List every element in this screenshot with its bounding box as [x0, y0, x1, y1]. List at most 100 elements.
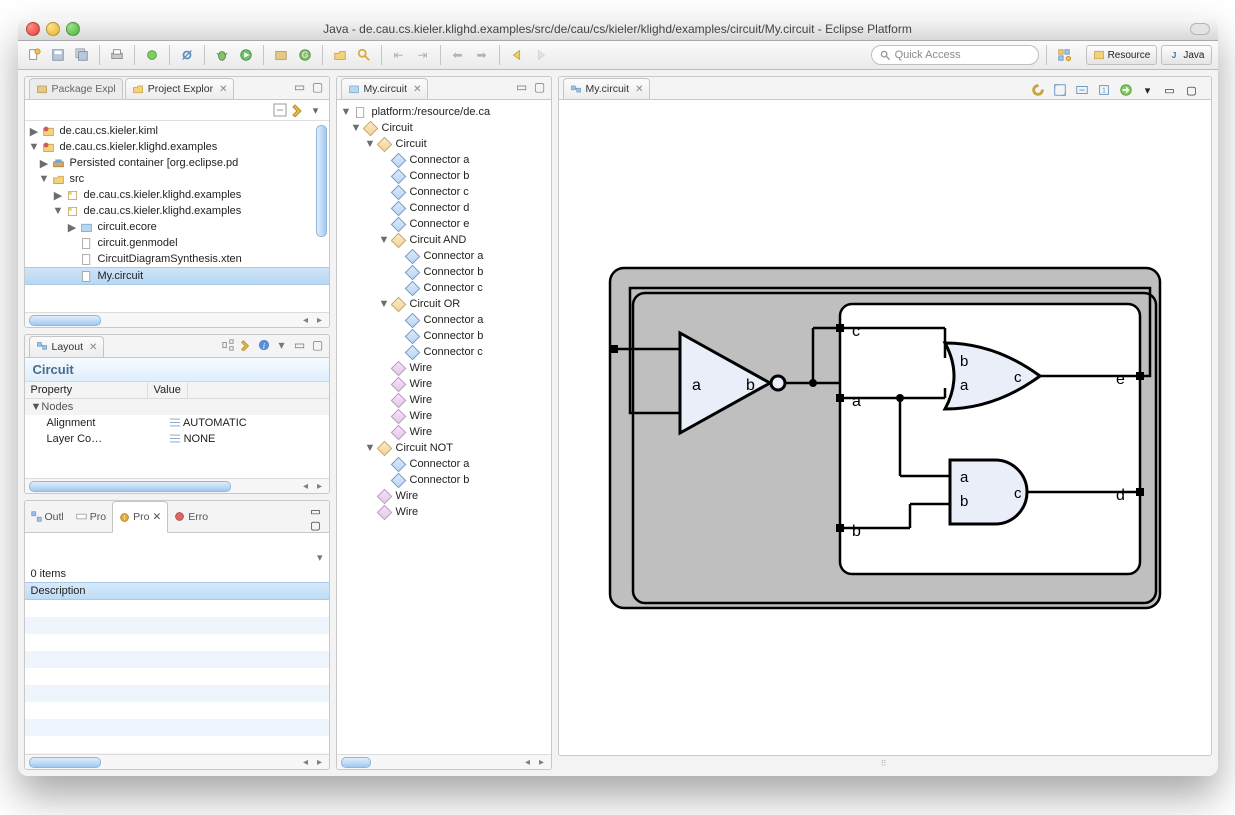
svg-text:1: 1: [1102, 88, 1106, 95]
close-icon[interactable]: ✕: [635, 84, 643, 95]
svg-text:a: a: [692, 377, 701, 394]
close-icon[interactable]: ✕: [89, 342, 97, 353]
search-icon: [880, 50, 891, 61]
items-count: 0 items: [25, 566, 329, 582]
circuit-diagram: a b c a: [600, 238, 1170, 618]
close-icon[interactable]: ✕: [152, 511, 161, 523]
forward-icon: [531, 45, 551, 65]
view-menu-icon[interactable]: ▾: [309, 103, 323, 117]
zoom-fit-icon[interactable]: [1051, 81, 1069, 99]
zoom-icon[interactable]: [66, 22, 80, 36]
svg-text:!: !: [124, 514, 126, 521]
maximize-view-icon[interactable]: ▢: [1183, 81, 1201, 99]
maximize-view-icon[interactable]: ▢: [309, 518, 323, 532]
debug-icon[interactable]: [212, 45, 232, 65]
tab-mycircuit-diagram[interactable]: My.circuit✕: [563, 78, 651, 99]
vertical-scrollbar[interactable]: [316, 125, 327, 237]
tab-layout[interactable]: Layout✕: [29, 336, 105, 357]
svg-text:a: a: [960, 377, 969, 394]
close-icon[interactable]: ✕: [219, 84, 227, 95]
refresh-layout-icon[interactable]: [1029, 81, 1047, 99]
minimize-icon[interactable]: [46, 22, 60, 36]
search-icon[interactable]: [354, 45, 374, 65]
print-icon[interactable]: [107, 45, 127, 65]
maximize-view-icon[interactable]: ▢: [311, 80, 325, 94]
main-toolbar: G ⇤ ⇥ ⬅ ➡ Quick Access Resource JJava: [18, 41, 1218, 70]
tab-project-explorer[interactable]: Project Explor✕: [125, 78, 235, 99]
proxy-icon[interactable]: [1190, 23, 1210, 35]
save-all-icon[interactable]: [72, 45, 92, 65]
open-type-icon[interactable]: [330, 45, 350, 65]
minimize-view-icon[interactable]: ▭: [515, 80, 529, 94]
group-nodes[interactable]: Nodes: [41, 401, 73, 413]
skip-breakpoints-icon[interactable]: [177, 45, 197, 65]
project-explorer-view: Package Expl Project Explor✕ ▭ ▢ ▾ ▶de.ca…: [24, 76, 330, 328]
info-icon[interactable]: i: [257, 338, 271, 352]
and-gate[interactable]: a b c: [950, 460, 1027, 524]
minimize-view-icon[interactable]: ▭: [309, 504, 323, 518]
diagram-view: My.circuit✕ 1 ▾ ▭ ▢: [558, 76, 1212, 756]
new-icon[interactable]: [24, 45, 44, 65]
minimize-view-icon[interactable]: ▭: [1161, 81, 1179, 99]
quick-access-input[interactable]: Quick Access: [871, 45, 1039, 65]
svg-text:e: e: [1116, 371, 1125, 388]
tree-item-my-circuit[interactable]: My.circuit: [25, 267, 329, 285]
project-tree[interactable]: ▶de.cau.cs.kieler.kiml ▼de.cau.cs.kieler…: [25, 121, 329, 312]
minimize-view-icon[interactable]: ▭: [293, 80, 307, 94]
svg-text:G: G: [301, 51, 307, 60]
run-icon[interactable]: [236, 45, 256, 65]
svg-text:b: b: [746, 377, 755, 394]
tab-problems[interactable]: !Pro ✕: [112, 501, 168, 533]
new-package-icon[interactable]: [271, 45, 291, 65]
svg-text:c: c: [1014, 369, 1022, 386]
perspective-java[interactable]: JJava: [1161, 45, 1211, 65]
col-property[interactable]: Property: [25, 382, 148, 398]
svg-text:b: b: [852, 523, 861, 540]
svg-text:a: a: [960, 469, 969, 486]
zoom-width-icon[interactable]: [1073, 81, 1091, 99]
view-menu-icon[interactable]: ▾: [275, 338, 289, 352]
tab-outline[interactable]: Outl: [25, 501, 70, 532]
open-perspective-icon[interactable]: [1054, 45, 1074, 65]
collapse-all-icon[interactable]: [273, 103, 287, 117]
tab-errorlog[interactable]: Erro: [168, 501, 214, 532]
col-value[interactable]: Value: [148, 382, 188, 398]
toggle-mark-icon: ⇤: [389, 45, 409, 65]
tab-mycircuit-outline[interactable]: My.circuit✕: [341, 78, 429, 99]
col-description[interactable]: Description: [25, 582, 329, 600]
layout-link-icon[interactable]: [239, 338, 253, 352]
build-icon[interactable]: [142, 45, 162, 65]
quick-access-placeholder: Quick Access: [895, 49, 961, 61]
sash-handle[interactable]: ⠿: [558, 756, 1212, 770]
view-menu-icon[interactable]: ▾: [317, 551, 323, 564]
titlebar: Java - de.cau.cs.kieler.klighd.examples/…: [18, 18, 1218, 41]
prev-annotation-icon: ⬅: [448, 45, 468, 65]
tab-package-explorer[interactable]: Package Expl: [29, 78, 123, 99]
close-icon[interactable]: ✕: [413, 84, 421, 95]
close-icon[interactable]: [26, 22, 40, 36]
svg-text:b: b: [960, 353, 968, 370]
prop-layer[interactable]: Layer Co… NONE: [25, 431, 329, 447]
diagram-canvas[interactable]: a b c a: [559, 100, 1211, 755]
new-type-icon[interactable]: G: [295, 45, 315, 65]
prop-alignment[interactable]: Alignment AUTOMATIC: [25, 415, 329, 431]
svg-text:a: a: [852, 393, 861, 410]
layout-header: Circuit: [25, 358, 329, 382]
problems-table[interactable]: [25, 600, 329, 754]
toggle-mark2-icon: ⇥: [413, 45, 433, 65]
view-menu-icon[interactable]: ▾: [1139, 81, 1157, 99]
zoom-actual-icon[interactable]: 1: [1095, 81, 1113, 99]
maximize-view-icon[interactable]: ▢: [533, 80, 547, 94]
minimize-view-icon[interactable]: ▭: [293, 338, 307, 352]
outline-tree[interactable]: ▼platform:/resource/de.ca ▼Circuit ▼Circ…: [337, 100, 551, 754]
maximize-view-icon[interactable]: ▢: [311, 338, 325, 352]
outline-editor-view: My.circuit✕ ▭ ▢ ▼platform:/resource/de.ca…: [336, 76, 552, 770]
link-editor-icon[interactable]: [291, 103, 305, 117]
export-icon[interactable]: [1117, 81, 1135, 99]
perspective-resource[interactable]: Resource: [1086, 45, 1158, 65]
layout-tree-icon[interactable]: [221, 338, 235, 352]
back-icon[interactable]: [507, 45, 527, 65]
save-icon[interactable]: [48, 45, 68, 65]
tab-progress[interactable]: Pro: [70, 501, 112, 532]
app-window: Java - de.cau.cs.kieler.klighd.examples/…: [18, 18, 1218, 776]
